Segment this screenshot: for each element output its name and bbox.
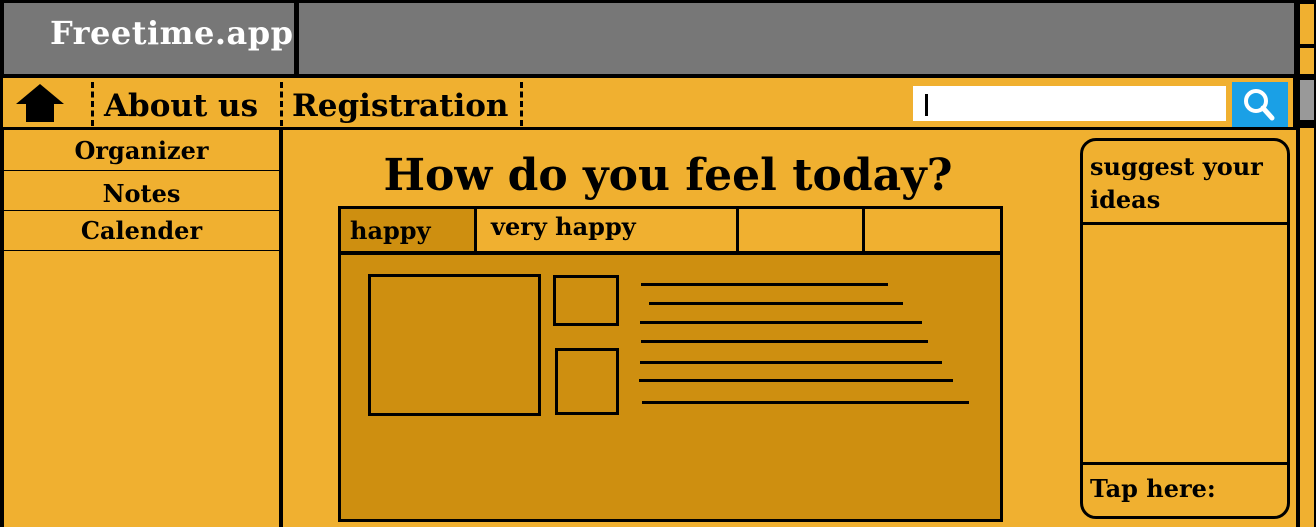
scrollbar-segment: [1300, 48, 1314, 74]
image-placeholder-small: [553, 275, 619, 326]
text-line-placeholder: [649, 302, 903, 305]
text-line-placeholder: [640, 361, 942, 364]
nav-divider: [280, 82, 283, 126]
nav-about-us[interactable]: About us: [104, 88, 258, 124]
panel-divider: [1083, 462, 1287, 465]
page-title: How do you feel today?: [383, 150, 953, 201]
scrollbar-track[interactable]: [1300, 128, 1314, 527]
home-icon[interactable]: [12, 82, 68, 124]
scrollbar-thumb[interactable]: [1300, 80, 1314, 120]
text-line-placeholder: [640, 321, 922, 324]
text-line-placeholder: [641, 283, 888, 286]
search-icon: [1244, 89, 1275, 121]
suggestion-title: suggest your ideas: [1090, 152, 1263, 214]
suggestion-input-area[interactable]: [1083, 225, 1287, 462]
sidebar-item-label: Notes: [102, 179, 181, 208]
scrollbar-segment: [1300, 4, 1314, 44]
text-cursor: [925, 94, 928, 116]
sidebar-item-label: Calender: [80, 216, 203, 245]
nav-registration[interactable]: Registration: [292, 88, 508, 124]
nav-divider: [91, 82, 94, 126]
app-title: Freetime.app: [50, 14, 294, 52]
tab-empty-3[interactable]: [739, 209, 862, 251]
image-placeholder-large: [368, 274, 541, 416]
tab-very-happy-label: very happy: [491, 212, 636, 241]
text-line-placeholder: [641, 340, 928, 343]
tab-happy-label: happy: [350, 216, 431, 245]
image-placeholder-small: [555, 348, 619, 415]
tap-here-button[interactable]: Tap here:: [1090, 474, 1216, 503]
search-button[interactable]: [1232, 82, 1288, 127]
text-line-placeholder: [642, 401, 969, 404]
title-bar-empty-area: [299, 3, 1294, 74]
text-line-placeholder: [639, 379, 953, 382]
nav-divider: [520, 82, 523, 126]
search-input[interactable]: [913, 86, 1226, 121]
sidebar-item-label: Organizer: [74, 136, 209, 165]
tab-empty-4[interactable]: [865, 209, 1000, 251]
